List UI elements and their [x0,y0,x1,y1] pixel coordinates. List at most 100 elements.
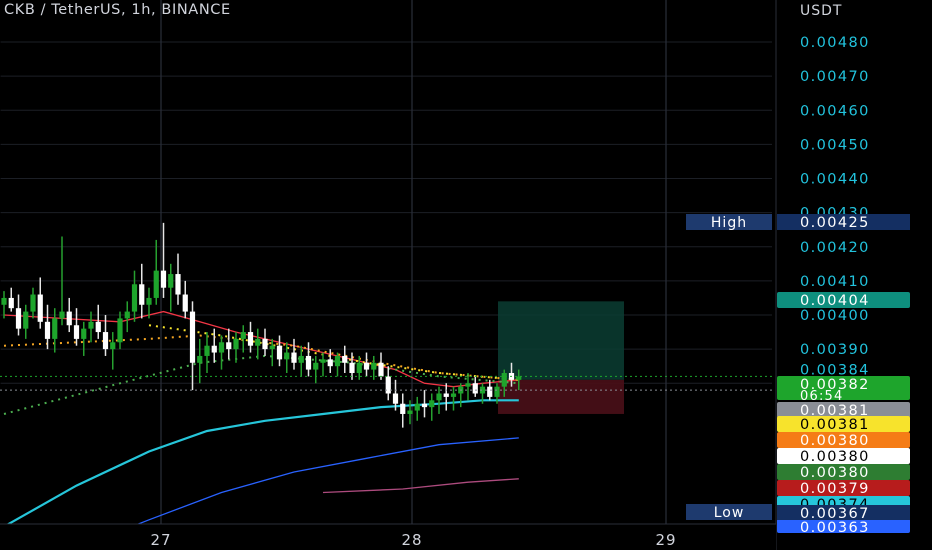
candle-body [131,284,138,312]
y-tick-label: 0.00470 [800,69,870,85]
candle-body [334,355,341,367]
price-label: 0.00381 [800,417,870,433]
candle-body [81,328,87,339]
candle-body [421,403,428,408]
candle-body [450,393,457,397]
candle-body [8,297,14,309]
time-axis[interactable]: 27 28 29 [0,523,776,550]
candle-body [153,270,159,298]
candle-body [240,332,246,339]
candle-body [284,352,290,360]
candle-body [139,284,145,305]
candle-body [429,400,435,408]
candle-body [385,376,391,394]
low-tag-text: Low [714,505,745,521]
price-label: 0.00380 [800,433,870,449]
candle-body [30,294,36,312]
x-tick-label: 27 [150,531,171,549]
candle-body [88,321,94,329]
candle-body [371,362,377,370]
y-tick-label: 0.00480 [800,35,870,51]
y-tick-label: 0.00390 [800,342,870,358]
candle-body [23,311,29,329]
candle-body [400,403,406,414]
price-label: 0.00380 [800,465,870,481]
x-tick-label: 28 [401,531,422,549]
indicator-line [3,399,519,528]
high-tag-text: High [711,215,747,231]
indicator-line [322,478,519,494]
price-label: 0.00380 [800,449,870,465]
candle-body [44,321,51,339]
take-profit-zone [498,301,624,380]
candle-body [255,338,261,346]
indicator-lines [3,310,519,550]
candle-body [414,403,420,411]
candle-body [262,338,268,350]
price-chart[interactable]: 0.00480 0.00470 0.00460 0.00450 0.00440 0.004… [0,0,932,550]
price-axis[interactable]: 0.00480 0.00470 0.00460 0.00450 0.00440 0.004… [686,0,932,550]
grid-lines [0,0,772,524]
candle-body [443,393,449,397]
candle-body [320,359,326,363]
candle-body [305,355,312,370]
candle-body [487,386,493,397]
y-tick-label: 0.00460 [800,103,870,119]
y-tick-label: 0.00420 [800,240,870,256]
candle-body [327,359,333,367]
candle-body [472,383,478,394]
candle-body [218,342,225,353]
candle-body [516,376,522,380]
candle-body [501,373,507,387]
candle-body [146,297,152,305]
candle-body [197,355,203,363]
candle-body [349,362,355,374]
candle-body [124,311,130,319]
candle-body [189,311,196,363]
candle-body [378,362,384,377]
candle-body [102,332,109,350]
candlestick-series [1,222,522,428]
candle-body [52,318,58,339]
price-label: 0.00379 [800,481,870,497]
candle-body [298,355,304,363]
price-label: 0.00363 [800,520,870,536]
candle-body [226,342,232,350]
y-tick-label: 0.00410 [800,274,870,290]
candle-body [407,410,413,414]
candle-body [356,362,362,374]
candle-body [363,362,370,370]
candle-body [313,362,319,370]
candle-body [247,332,254,346]
symbol-title[interactable]: CKB / TetherUS, 1h, BINANCE [4,2,231,18]
candle-body [204,345,210,356]
candle-body [436,393,442,401]
candle-body [59,311,65,319]
candle-body [95,321,101,333]
candle-body [182,294,188,312]
price-label: 0.00404 [800,293,870,309]
low-value: 0.00367 [800,506,870,522]
candle-body [392,393,399,404]
currency-unit: USDT [800,3,843,19]
candle-body [37,294,43,322]
y-tick-label: 0.00400 [800,308,870,324]
candle-body [211,345,217,353]
candle-body [276,345,283,360]
stop-loss-zone [498,379,624,414]
position-box[interactable] [498,301,624,414]
candle-body [233,338,239,350]
candle-body [168,274,174,288]
candle-body [73,325,80,339]
candle-body [269,345,275,350]
candle-body [175,274,181,295]
x-tick-label: 29 [655,531,676,549]
y-tick-label: 0.00440 [800,172,870,188]
candle-body [291,352,297,363]
y-tick-label: 0.00450 [800,137,870,153]
candle-body [465,383,471,387]
candle-body [494,386,500,397]
candle-body [15,308,22,329]
candle-body [342,355,348,363]
candle-body [66,311,72,326]
